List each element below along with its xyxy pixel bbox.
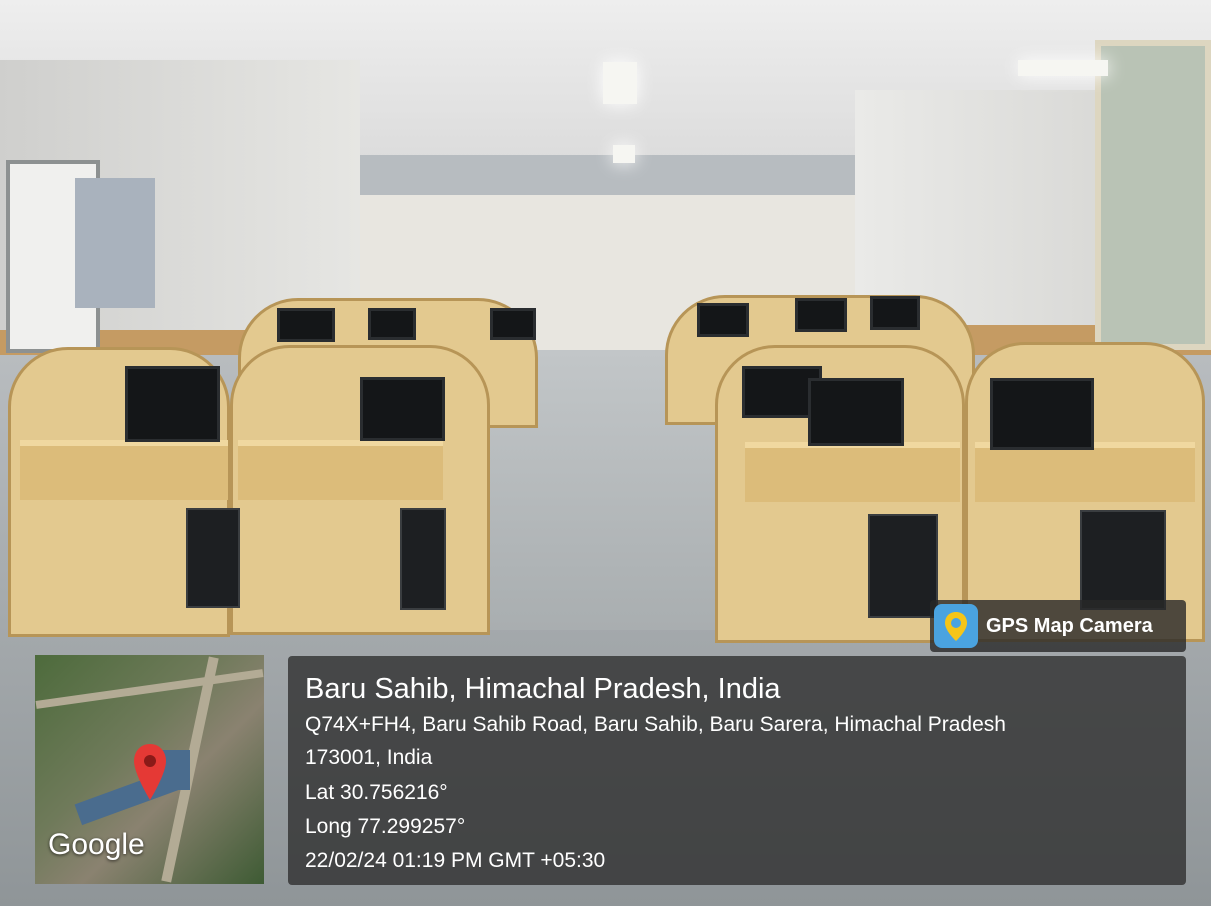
ceiling-light	[603, 62, 637, 104]
monitor	[490, 308, 536, 340]
latitude: Lat 30.756216°	[305, 781, 448, 804]
ceiling-light	[613, 145, 635, 163]
monitor	[697, 303, 749, 337]
monitor	[870, 296, 920, 330]
timestamp: 22/02/24 01:19 PM GMT +05:30	[305, 849, 606, 872]
longitude: Long 77.299257°	[305, 815, 466, 838]
desk	[975, 442, 1195, 502]
monitor	[368, 308, 416, 340]
cpu-tower	[1080, 510, 1166, 610]
monitor	[808, 378, 904, 446]
location-title: Baru Sahib, Himachal Pradesh, India	[305, 673, 781, 705]
desk	[20, 440, 228, 500]
desk	[745, 442, 960, 502]
cpu-tower	[868, 514, 938, 618]
map-logo: Google	[48, 828, 145, 861]
window	[1095, 40, 1211, 350]
monitor	[795, 298, 847, 332]
cpu-tower	[186, 508, 240, 608]
map-camera-pin-icon	[934, 604, 978, 648]
app-badge-label: GPS Map Camera	[986, 615, 1153, 637]
tube-light	[1018, 60, 1108, 76]
desk	[238, 440, 443, 500]
cpu-tower	[400, 508, 446, 610]
map-road	[35, 669, 264, 709]
wall-poster	[75, 178, 155, 308]
monitor	[277, 308, 335, 342]
address-line-2: 173001, India	[305, 746, 433, 769]
monitor	[360, 377, 445, 441]
monitor	[125, 366, 220, 442]
monitor	[990, 378, 1094, 450]
location-pin-icon	[132, 742, 168, 802]
address-line-1: Q74X+FH4, Baru Sahib Road, Baru Sahib, B…	[305, 713, 1006, 736]
